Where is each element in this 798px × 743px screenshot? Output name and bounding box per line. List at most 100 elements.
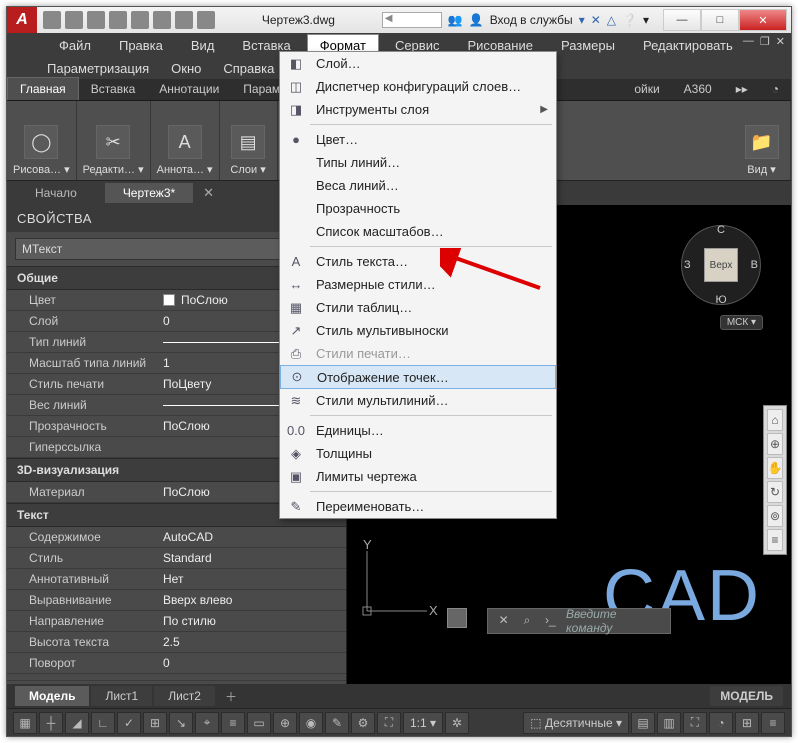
app-logo[interactable]: A (7, 7, 37, 33)
property-row[interactable]: СтильStandard (7, 548, 346, 569)
status-toggle[interactable]: ✎ (325, 712, 349, 734)
ribbon-tab-1[interactable]: Вставка (79, 78, 148, 100)
ribbon-panel-2[interactable]: AАннота… ▾ (151, 101, 220, 180)
status-button[interactable]: ⊞ (735, 712, 759, 734)
menu-вид[interactable]: Вид (179, 35, 227, 56)
cloud-icon[interactable]: △ (607, 13, 616, 27)
search-input[interactable]: ◀ (382, 12, 442, 28)
cmd-search-icon[interactable]: ⌕ (519, 613, 534, 629)
menu-item[interactable]: AСтиль текста… (280, 250, 556, 273)
help-icon[interactable]: ❔ (622, 13, 637, 27)
menu-правка[interactable]: Правка (107, 35, 175, 56)
nav-tool-icon[interactable]: ⊕ (767, 433, 783, 455)
ribbon-panel-5[interactable]: 📁Вид ▾ (733, 101, 791, 180)
menu-item[interactable]: ✎Переименовать… (280, 495, 556, 518)
status-toggle[interactable]: ◢ (65, 712, 89, 734)
status-annoscale-icon[interactable]: ✲ (445, 712, 469, 734)
viewcube-face[interactable]: Верх (704, 248, 738, 282)
property-row[interactable]: Поворот0 (7, 653, 346, 674)
login-link[interactable]: Вход в службы (490, 13, 573, 27)
ribbon-panel-3[interactable]: ▤Слои ▾ (220, 101, 278, 180)
ribbon-icon[interactable]: 📁 (745, 125, 779, 159)
nav-tool-icon[interactable]: ⊚ (767, 505, 783, 527)
status-toggle[interactable]: ↘ (169, 712, 193, 734)
menu-item[interactable]: ≋Стили мультилиний… (280, 389, 556, 412)
ribbon-icon[interactable]: ▤ (231, 125, 265, 159)
annotation-scale[interactable]: 1:1 ▾ (403, 712, 443, 734)
menu-item[interactable]: ▣Лимиты чертежа (280, 465, 556, 488)
status-button[interactable]: ≡ (761, 712, 785, 734)
layout-tab-2[interactable]: Лист2 (154, 686, 215, 706)
property-row[interactable]: СодержимоеAutoCAD (7, 527, 346, 548)
user-icon[interactable]: 👤 (469, 13, 484, 27)
ribbon-tab-0[interactable]: Главная (7, 77, 79, 100)
layout-tab-0[interactable]: Модель (15, 686, 89, 706)
ribbon-tab-right-3[interactable]: ◔ (760, 78, 791, 100)
menu-файл[interactable]: Файл (47, 35, 103, 56)
minimize-button[interactable]: — (663, 9, 701, 31)
add-layout-button[interactable]: ＋ (217, 685, 245, 708)
menu-item[interactable]: ⎙Стили печати… (280, 342, 556, 365)
viewcube-east[interactable]: В (751, 259, 758, 271)
menu-item[interactable]: ▦Стили таблиц… (280, 296, 556, 319)
close-button[interactable]: ✕ (739, 9, 787, 31)
viewcube-west[interactable]: З (684, 259, 691, 271)
menu-справка[interactable]: Справка (223, 61, 274, 76)
modelspace-badge[interactable]: МОДЕЛЬ (710, 686, 783, 706)
people-icon[interactable]: 👥 (448, 13, 463, 27)
ribbon-panel-0[interactable]: ◯Рисова… ▾ (7, 101, 77, 180)
menu-item[interactable]: Веса линий… (280, 174, 556, 197)
status-toggle[interactable]: ⊕ (273, 712, 297, 734)
nav-tool-icon[interactable]: ✋ (767, 457, 783, 479)
status-toggle[interactable]: ∟ (91, 712, 115, 734)
ribbon-tab-right-1[interactable]: A360 (672, 78, 724, 100)
doc-tab-1[interactable]: Чертеж3* (105, 183, 193, 203)
doc-restore-icon[interactable]: ❐ (760, 35, 770, 48)
ribbon-tab-right-2[interactable]: ▸▸ (724, 78, 760, 100)
property-value[interactable]: По стилю (157, 611, 346, 631)
cmd-close-icon[interactable]: ✕ (496, 613, 511, 629)
doc-minimize-icon[interactable]: — (743, 35, 754, 48)
quick-access-toolbar[interactable] (43, 11, 215, 29)
doc-tab-close-icon[interactable]: ✕ (203, 185, 214, 201)
menu-item[interactable]: ●Цвет… (280, 128, 556, 151)
status-toggle[interactable]: ⊞ (143, 712, 167, 734)
menu-item[interactable]: ⊙Отображение точек… (280, 365, 556, 389)
property-value[interactable]: 2.5 (157, 632, 346, 652)
menu-окно[interactable]: Окно (171, 61, 201, 76)
object-type-select[interactable]: МТекст▾ (15, 238, 303, 260)
doc-close-icon[interactable]: ✕ (776, 35, 785, 48)
property-row[interactable]: Высота текста2.5 (7, 632, 346, 653)
status-toggle[interactable]: ◉ (299, 712, 323, 734)
property-value[interactable]: Standard (157, 548, 346, 568)
status-button[interactable]: ▤ (631, 712, 655, 734)
ribbon-tab-right-0[interactable]: ойки (622, 78, 671, 100)
viewcube-south[interactable]: Ю (715, 294, 726, 306)
ribbon-icon[interactable]: A (168, 125, 202, 159)
status-button[interactable]: ⛶ (683, 712, 707, 734)
property-value[interactable]: Нет (157, 569, 346, 589)
menu-item[interactable]: ◫Диспетчер конфигураций слоев… (280, 75, 556, 98)
doc-tab-0[interactable]: Начало (17, 183, 95, 203)
menu-item[interactable]: ◨Инструменты слоя▶ (280, 98, 556, 121)
menu-параметризация[interactable]: Параметризация (47, 61, 149, 76)
status-toggle[interactable]: ▭ (247, 712, 271, 734)
viewcube-north[interactable]: С (717, 224, 725, 236)
status-toggle[interactable]: ✓ (117, 712, 141, 734)
menu-item[interactable]: ◈Толщины (280, 442, 556, 465)
menu-item[interactable]: 0.0Единицы… (280, 419, 556, 442)
ribbon-tab-2[interactable]: Аннотации (147, 78, 231, 100)
property-value[interactable]: Вверх влево (157, 590, 346, 610)
ribbon-icon[interactable]: ◯ (24, 125, 58, 159)
ribbon-panel-1[interactable]: ✂Редакти… ▾ (77, 101, 151, 180)
menu-item[interactable]: ◧Слой… (280, 52, 556, 75)
nav-tool-icon[interactable]: ↻ (767, 481, 783, 503)
viewport-control[interactable] (447, 608, 467, 628)
property-row[interactable]: АннотативныйНет (7, 569, 346, 590)
property-row[interactable]: ВыравниваниеВверх влево (7, 590, 346, 611)
status-button[interactable]: ▥ (657, 712, 681, 734)
property-value[interactable] (157, 674, 346, 680)
viewcube[interactable]: С Ю В З Верх (681, 225, 761, 305)
nav-tool-icon[interactable]: ⌂ (767, 409, 783, 431)
wcs-badge[interactable]: МСК ▾ (720, 315, 763, 330)
